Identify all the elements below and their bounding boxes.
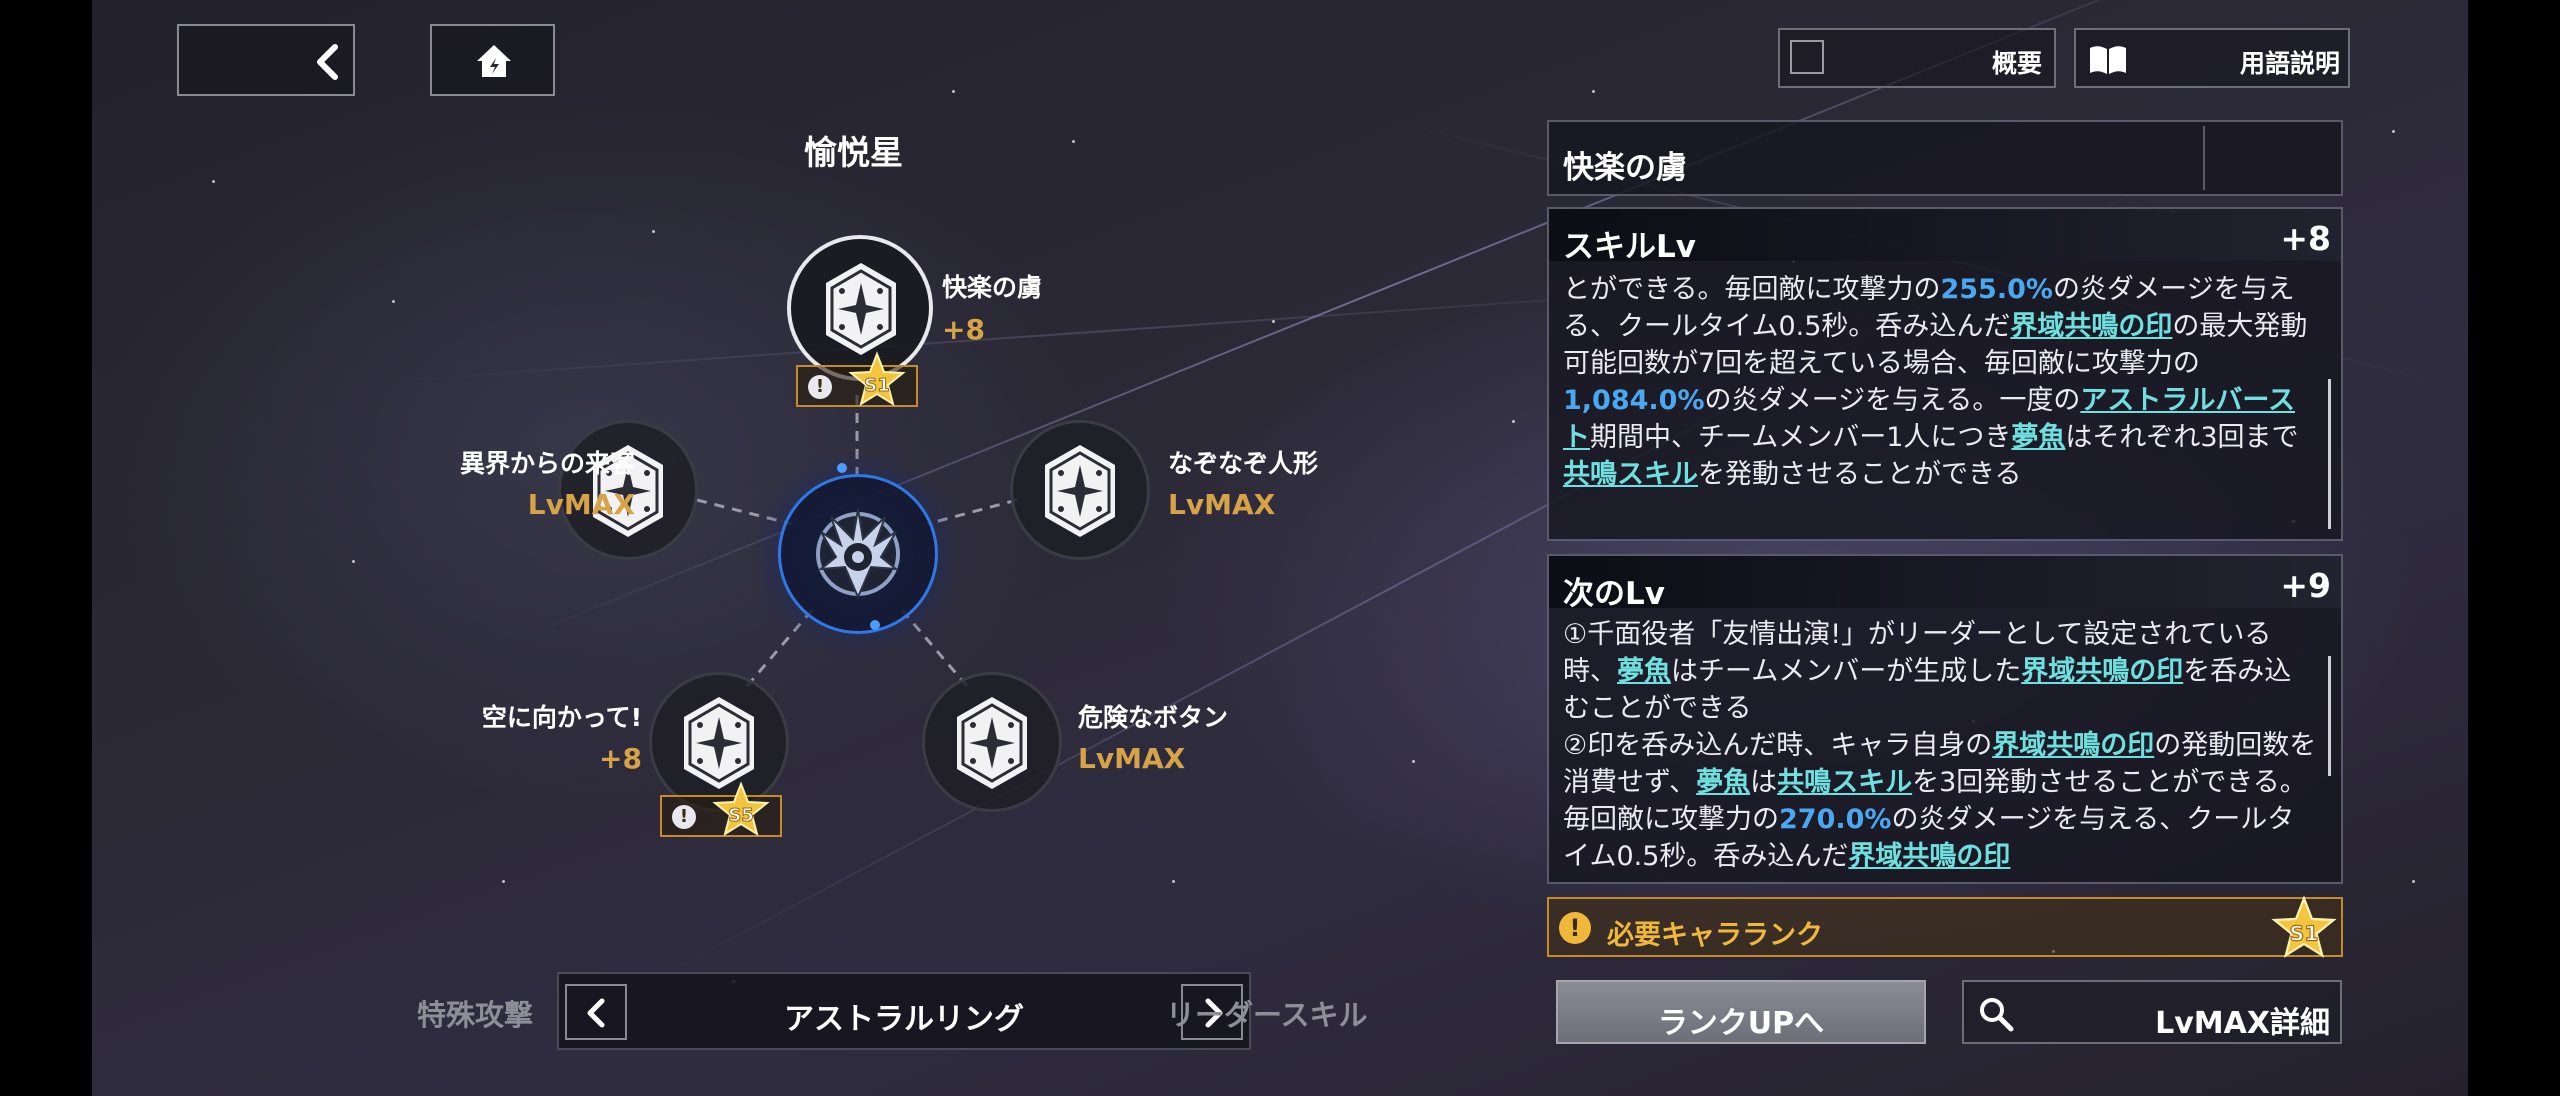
next-header xyxy=(1549,556,2341,608)
checkbox-icon[interactable] xyxy=(1790,40,1824,74)
value-highlight: 270.0% xyxy=(1779,804,1892,835)
star-dot xyxy=(2412,880,2415,883)
node-level: +8 xyxy=(599,742,642,775)
nav-prev-label[interactable]: 特殊攻撃 xyxy=(417,992,533,1034)
rank-text: S1 xyxy=(864,375,890,396)
next-level-panel[interactable]: 次のLv +9 ①千面役者「友情出演!」がリーダーとして設定されている時、夢魚は… xyxy=(1547,554,2343,884)
book-icon xyxy=(2090,46,2126,74)
scrollbar[interactable] xyxy=(2328,379,2331,529)
value-highlight: 1,084.0% xyxy=(1563,385,1705,416)
warning-icon: ! xyxy=(672,805,696,829)
text-segment: ②印を呑み込んだ時、キャラ自身の xyxy=(1563,730,1993,761)
lvmax-detail-button[interactable]: LvMAX詳細 xyxy=(1962,980,2342,1044)
nav-bar: アストラルリング xyxy=(557,972,1251,1050)
glossary-link[interactable]: 界域共鳴の印 xyxy=(2010,311,2172,342)
node-level: +8 xyxy=(942,313,985,346)
skill-level: +8 xyxy=(2280,219,2331,258)
rank-up-label: ランクUPへ xyxy=(1657,1006,1825,1041)
text-segment: はそれぞれ3回まで xyxy=(2065,422,2299,453)
scrollbar[interactable] xyxy=(2328,656,2331,776)
skill-heading: スキルLv xyxy=(1563,229,1696,265)
glossary-button[interactable]: 用語説明 xyxy=(2074,28,2350,88)
nav-current: アストラルリング xyxy=(784,1002,1024,1037)
next-heading: 次のLv xyxy=(1563,576,1665,612)
lvmax-label: LvMAX詳細 xyxy=(2155,1006,2330,1041)
orbit-dot xyxy=(837,463,847,473)
warning-icon: ! xyxy=(1559,912,1591,944)
text-segment: は xyxy=(1750,767,1778,798)
skill-hex-icon xyxy=(957,697,1027,789)
glossary-label: 用語説明 xyxy=(2239,49,2340,78)
skill-hex-icon xyxy=(684,697,754,789)
node-name: 異界からの来客 xyxy=(459,449,635,478)
skill-hex-icon xyxy=(1045,445,1115,537)
node-name: 快楽の虜 xyxy=(942,273,1043,302)
node-level: LvMAX xyxy=(1078,742,1186,775)
skill-hex-icon xyxy=(826,263,896,355)
node-name: 危険なボタン xyxy=(1078,703,1229,732)
divider xyxy=(2203,126,2205,190)
game-screen: 概要 用語説明 愉悦星 快楽の虜 +8 ! S1 異界からの来客 LvMAX な… xyxy=(92,0,2468,1096)
next-description: ①千面役者「友情出演!」がリーダーとして設定されている時、夢魚はチームメンバーが… xyxy=(1563,616,2317,875)
glossary-link[interactable]: 共鳴スキル xyxy=(1563,459,1698,490)
skill-node-bottom-right[interactable] xyxy=(922,672,1062,812)
sea-beast-emblem-icon xyxy=(816,508,900,600)
center-emblem[interactable] xyxy=(778,474,938,634)
text-segment: を発動させることができる xyxy=(1698,459,2022,490)
text-segment: はチームメンバーが生成した xyxy=(1671,656,2022,687)
glossary-link[interactable]: 夢魚 xyxy=(1617,656,1671,687)
text-segment: の炎ダメージを与える。一度の xyxy=(1704,385,2081,416)
text-segment: とができる。毎回敵に攻撃力の xyxy=(1563,274,1941,305)
text-segment: 期間中、チームメンバー1人につき xyxy=(1590,422,2012,453)
nav-next-label[interactable]: リーダースキル xyxy=(1166,992,1368,1034)
detail-title: 快楽の虜 xyxy=(1563,150,1687,186)
overview-label: 概要 xyxy=(1991,49,2042,78)
rank-requirement-badge: ! S1 xyxy=(796,351,918,407)
search-icon xyxy=(1980,998,2014,1032)
glossary-link[interactable]: 夢魚 xyxy=(2011,422,2065,453)
rank-text: S1 xyxy=(2290,922,2319,946)
star-dot xyxy=(1512,420,1515,423)
glossary-link[interactable]: 界域共鳴の印 xyxy=(1992,730,2154,761)
glossary-link[interactable]: 界域共鳴の印 xyxy=(1848,841,2010,872)
glossary-link[interactable]: 界域共鳴の印 xyxy=(2021,656,2183,687)
glossary-link[interactable]: 夢魚 xyxy=(1696,767,1750,798)
orbit-dot xyxy=(870,620,880,630)
skill-level-panel[interactable]: スキルLv +8 とができる。毎回敵に攻撃力の255.0%の炎ダメージを与える、… xyxy=(1547,207,2343,541)
skill-node-right[interactable] xyxy=(1010,420,1150,560)
skill-description: とができる。毎回敵に攻撃力の255.0%の炎ダメージを与える、クールタイム0.5… xyxy=(1563,271,2317,493)
star-rank-icon: S5 xyxy=(712,781,770,837)
node-name: なぞなぞ人形 xyxy=(1168,449,1319,478)
star-dot xyxy=(1592,90,1595,93)
star-dot xyxy=(2392,130,2395,133)
node-name: 空に向かって! xyxy=(481,703,642,732)
requirement-label: 必要キャラランク xyxy=(1607,920,1823,951)
warning-icon: ! xyxy=(808,375,832,399)
node-level: LvMAX xyxy=(1168,488,1276,521)
value-highlight: 255.0% xyxy=(1940,274,2053,305)
detail-title-bar: 快楽の虜 xyxy=(1547,120,2343,196)
rank-requirement-bar: ! 必要キャラランク S1 xyxy=(1547,895,2343,958)
node-level: LvMAX xyxy=(527,488,635,521)
glossary-link[interactable]: 共鳴スキル xyxy=(1777,767,1912,798)
star-rank-icon: S1 xyxy=(2271,895,2337,958)
next-level: +9 xyxy=(2280,566,2331,605)
rank-requirement-badge: ! S5 xyxy=(660,781,782,837)
star-rank-icon: S1 xyxy=(848,351,906,407)
star-dot xyxy=(1412,760,1415,763)
rank-text: S5 xyxy=(728,805,754,826)
rank-up-button[interactable]: ランクUPへ xyxy=(1556,980,1926,1044)
overview-toggle[interactable]: 概要 xyxy=(1778,28,2056,88)
